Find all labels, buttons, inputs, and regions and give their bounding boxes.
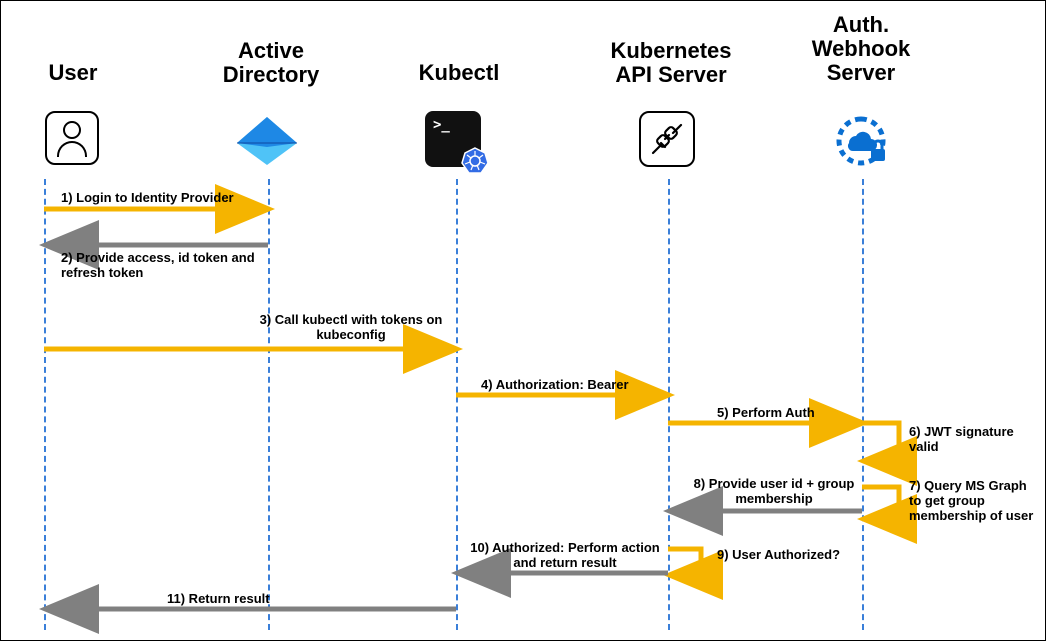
msg-4: 4) Authorization: Bearer bbox=[481, 377, 629, 392]
lifeline-webhook bbox=[862, 179, 864, 630]
sequence-diagram: User Active Directory Kubectl Kubernetes… bbox=[0, 0, 1046, 641]
lifeline-api bbox=[668, 179, 670, 630]
msg-8: 8) Provide user id + group membership bbox=[689, 477, 859, 507]
msg-7: 7) Query MS Graph to get group membershi… bbox=[909, 479, 1039, 524]
lifeline-kubectl bbox=[456, 179, 458, 630]
actor-title-ad: Active Directory bbox=[211, 39, 331, 87]
lifeline-ad bbox=[268, 179, 270, 630]
msg-2: 2) Provide access, id token and refresh … bbox=[61, 251, 271, 281]
lifeline-user bbox=[44, 179, 46, 630]
user-icon bbox=[45, 111, 99, 165]
msg-9: 9) User Authorized? bbox=[717, 547, 840, 562]
actor-title-webhook: Auth. Webhook Server bbox=[801, 13, 921, 86]
terminal-kubernetes-icon: >_ bbox=[425, 111, 481, 167]
msg-5: 5) Perform Auth bbox=[717, 405, 815, 420]
msg-11: 11) Return result bbox=[167, 591, 270, 606]
actor-title-user: User bbox=[33, 61, 113, 85]
api-plug-icon bbox=[639, 111, 695, 167]
msg-1: 1) Login to Identity Provider bbox=[61, 190, 234, 205]
actor-title-api: Kubernetes API Server bbox=[601, 39, 741, 87]
msg-10: 10) Authorized: Perform action and retur… bbox=[465, 541, 665, 571]
actor-title-kubectl: Kubectl bbox=[409, 61, 509, 85]
msg-3: 3) Call kubectl with tokens on kubeconfi… bbox=[251, 313, 451, 343]
azure-ad-icon bbox=[235, 115, 299, 167]
cloud-lock-icon bbox=[831, 113, 891, 167]
msg-6: 6) JWT signature valid bbox=[909, 425, 1029, 455]
